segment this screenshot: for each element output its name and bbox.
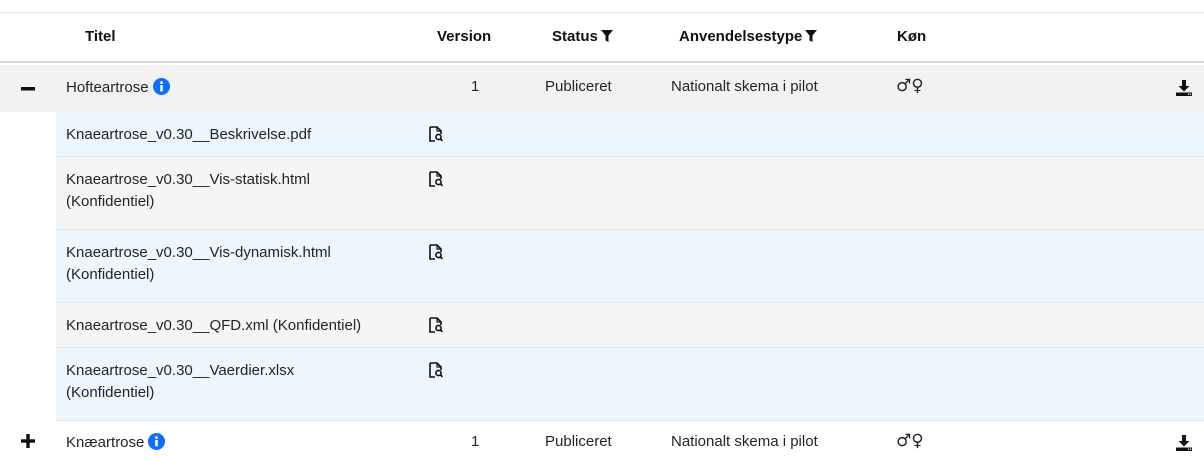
header-title[interactable]: Titel (85, 28, 116, 45)
info-icon[interactable] (152, 78, 170, 95)
row-title[interactable]: Knæartrose (66, 433, 166, 451)
file-name: Knaeartrose_v0.30__QFD.xml (Konfidentiel… (66, 317, 362, 334)
file-preview-icon[interactable] (429, 126, 443, 142)
row-title-text: Hofteartrose (66, 79, 149, 96)
header-usage[interactable]: Anvendelsestype (679, 28, 818, 45)
row-title[interactable]: Hofteartrose (66, 78, 170, 96)
collapse-toggle-button[interactable] (15, 65, 41, 112)
header-gender[interactable]: Køn (897, 28, 926, 45)
file-preview-icon[interactable] (429, 362, 443, 378)
row-version: 1 (471, 78, 480, 95)
file-confidential-label: (Konfidentiel) (66, 193, 155, 210)
row-status: Publiceret (545, 78, 612, 95)
row-status: Publiceret (545, 433, 612, 450)
file-confidential-label: (Konfidentiel) (66, 266, 155, 283)
file-name-line: Knaeartrose_v0.30__Vis-statisk.html (66, 171, 311, 188)
header-status-label: Status (552, 28, 598, 45)
minus-icon (21, 86, 35, 90)
row-usage: Nationalt skema i pilot (671, 78, 818, 95)
file-name: Knaeartrose_v0.30__Vis-statisk.html (Kon… (66, 169, 411, 213)
file-preview-icon[interactable] (429, 317, 443, 333)
file-name: Knaeartrose_v0.30__Vis-dynamisk.html (Ko… (66, 242, 411, 286)
file-preview-icon[interactable] (429, 171, 443, 187)
header-status[interactable]: Status (552, 28, 613, 45)
file-row: Knaeartrose_v0.30__Beskrivelse.pdf (56, 112, 1204, 157)
artifact-table: Titel Version Status Anvendelsestype Køn… (0, 0, 1204, 461)
gender-icons: ♂♀ (896, 76, 924, 96)
row-title-text: Knæartrose (66, 434, 145, 451)
file-confidential-label: (Konfidentiel) (66, 384, 155, 401)
file-preview-icon[interactable] (429, 244, 443, 260)
gender-icons: ♂♀ (896, 431, 924, 451)
header-version[interactable]: Version (437, 28, 491, 45)
file-row: Knaeartrose_v0.30__Vaerdier.xlsx (Konfid… (56, 348, 1204, 421)
filter-icon[interactable] (805, 30, 818, 43)
file-row: Knaeartrose_v0.30__Vis-statisk.html (Kon… (56, 157, 1204, 230)
file-name-line: Knaeartrose_v0.30__Vis-dynamisk.html (66, 244, 331, 261)
info-icon[interactable] (148, 433, 166, 450)
file-row: Knaeartrose_v0.30__Vis-dynamisk.html (Ko… (56, 230, 1204, 303)
table-header: Titel Version Status Anvendelsestype Køn (0, 13, 1204, 63)
row-usage: Nationalt skema i pilot (671, 433, 818, 450)
download-icon[interactable] (1176, 80, 1192, 96)
download-icon[interactable] (1176, 435, 1192, 451)
filter-icon[interactable] (600, 30, 613, 43)
expand-toggle-button[interactable] (15, 421, 41, 461)
row-version: 1 (471, 433, 480, 450)
file-name-line: Knaeartrose_v0.30__Vaerdier.xlsx (66, 362, 295, 379)
table-row[interactable]: Knæartrose 1 Publiceret Nationalt skema … (0, 421, 1204, 461)
plus-icon (21, 434, 35, 448)
header-usage-label: Anvendelsestype (679, 28, 803, 45)
file-row: Knaeartrose_v0.30__QFD.xml (Konfidentiel… (56, 303, 1204, 348)
file-name: Knaeartrose_v0.30__Beskrivelse.pdf (66, 126, 312, 143)
file-name: Knaeartrose_v0.30__Vaerdier.xlsx (Konfid… (66, 360, 411, 404)
table-row[interactable]: Hofteartrose 1 Publiceret Nationalt skem… (0, 65, 1204, 112)
